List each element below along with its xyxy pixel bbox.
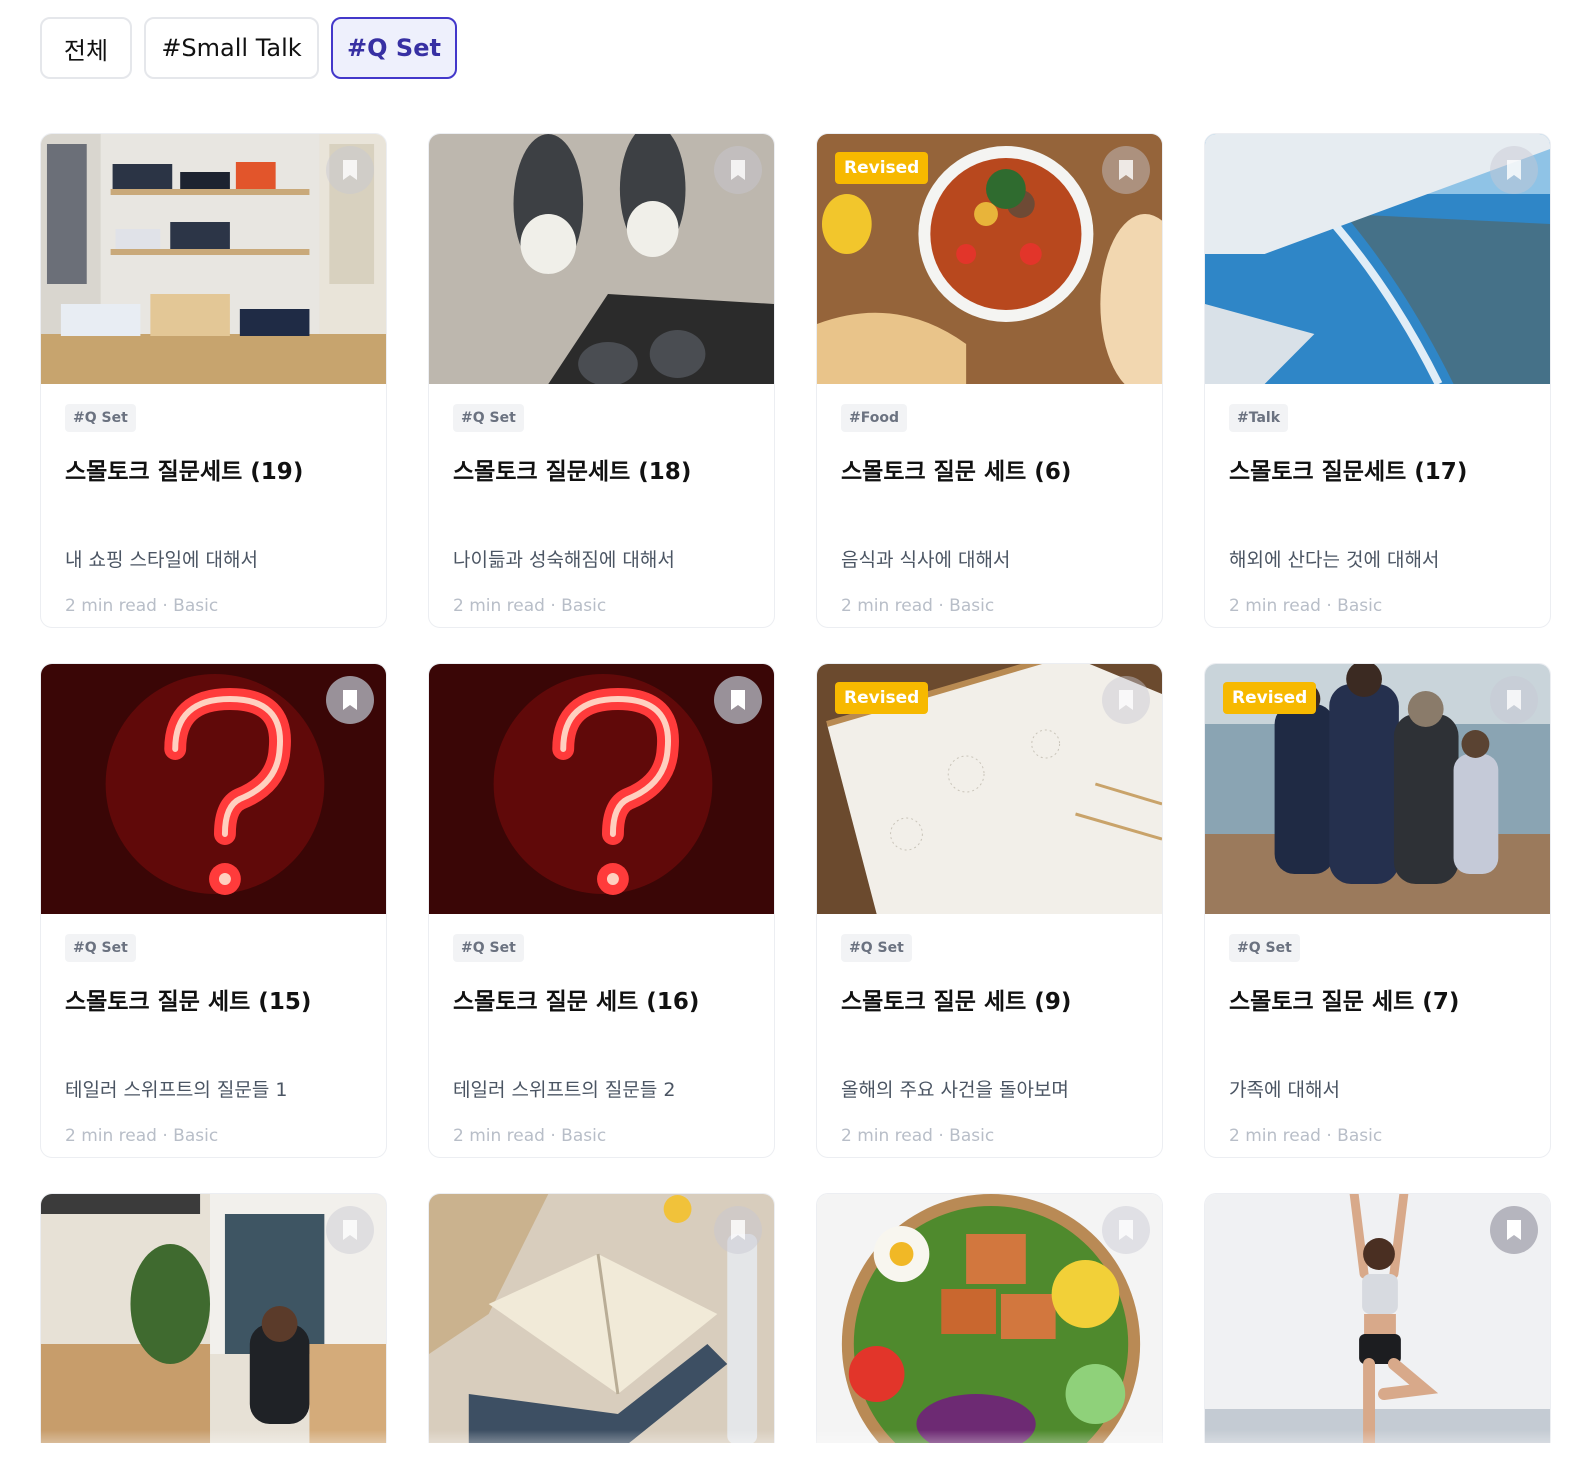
bookmark-button[interactable] bbox=[714, 1206, 762, 1254]
category-tag: #Q Set bbox=[65, 404, 136, 432]
card-description: 테일러 스위프트의 질문들 1 bbox=[65, 1079, 288, 1101]
card-thumbnail bbox=[1205, 134, 1550, 384]
article-card[interactable]: Revised #Food 스몰토크 질문 세트 (6) 음식과 식사에 대해서… bbox=[816, 133, 1163, 628]
bookmark-icon bbox=[1119, 690, 1133, 710]
article-card[interactable] bbox=[1204, 1193, 1551, 1443]
article-card[interactable]: #Q Set 스몰토크 질문 세트 (15) 테일러 스위프트의 질문들 1 2… bbox=[40, 663, 387, 1158]
category-tag: #Q Set bbox=[453, 934, 524, 962]
bookmark-icon bbox=[731, 160, 745, 180]
card-title: 스몰토크 질문 세트 (6) bbox=[841, 459, 1072, 485]
card-grid: #Q Set 스몰토크 질문세트 (19) 내 쇼핑 스타일에 대해서 2 mi… bbox=[40, 133, 1551, 1443]
bookmark-icon bbox=[1507, 690, 1521, 710]
revised-badge: Revised bbox=[835, 152, 929, 184]
bookmark-icon bbox=[343, 160, 357, 180]
revised-badge: Revised bbox=[1223, 682, 1317, 714]
card-thumbnail: Revised bbox=[817, 134, 1162, 384]
card-thumbnail bbox=[41, 134, 386, 384]
bottom-fade bbox=[0, 1430, 1596, 1470]
card-title: 스몰토크 질문 세트 (15) bbox=[65, 989, 312, 1015]
article-card[interactable]: Revised #Q Set 스몰토크 질문 세트 (9) 올해의 주요 사건을… bbox=[816, 663, 1163, 1158]
card-description: 해외에 산다는 것에 대해서 bbox=[1229, 549, 1440, 571]
bookmark-button[interactable] bbox=[1490, 676, 1538, 724]
card-description: 내 쇼핑 스타일에 대해서 bbox=[65, 549, 258, 571]
article-card[interactable]: #Q Set 스몰토크 질문 세트 (16) 테일러 스위프트의 질문들 2 2… bbox=[428, 663, 775, 1158]
card-meta: 2 min read · Basic bbox=[841, 596, 995, 616]
card-title: 스몰토크 질문 세트 (16) bbox=[453, 989, 700, 1015]
bookmark-button[interactable] bbox=[1490, 146, 1538, 194]
bookmark-icon bbox=[1119, 1220, 1133, 1240]
bookmark-button[interactable] bbox=[1102, 1206, 1150, 1254]
card-description: 나이듦과 성숙해짐에 대해서 bbox=[453, 549, 675, 571]
category-tag: #Talk bbox=[1229, 404, 1289, 432]
card-description: 올해의 주요 사건을 돌아보며 bbox=[841, 1079, 1069, 1101]
card-thumbnail bbox=[41, 664, 386, 914]
card-title: 스몰토크 질문세트 (18) bbox=[453, 459, 692, 485]
filter-all-button[interactable]: 전체 bbox=[40, 17, 132, 79]
card-thumbnail: Revised bbox=[1205, 664, 1550, 914]
card-description: 가족에 대해서 bbox=[1229, 1079, 1340, 1101]
card-thumbnail bbox=[429, 134, 774, 384]
bookmark-button[interactable] bbox=[326, 676, 374, 724]
card-meta: 2 min read · Basic bbox=[1229, 596, 1383, 616]
card-meta: 2 min read · Basic bbox=[453, 1126, 607, 1146]
bookmark-icon bbox=[343, 690, 357, 710]
card-thumbnail bbox=[429, 1194, 774, 1443]
bookmark-button[interactable] bbox=[326, 146, 374, 194]
bookmark-button[interactable] bbox=[326, 1206, 374, 1254]
card-meta: 2 min read · Basic bbox=[841, 1126, 995, 1146]
article-card[interactable] bbox=[428, 1193, 775, 1443]
category-tag: #Q Set bbox=[841, 934, 912, 962]
article-card[interactable]: #Talk 스몰토크 질문세트 (17) 해외에 산다는 것에 대해서 2 mi… bbox=[1204, 133, 1551, 628]
bookmark-icon bbox=[1507, 1220, 1521, 1240]
card-title: 스몰토크 질문세트 (17) bbox=[1229, 459, 1468, 485]
bookmark-button[interactable] bbox=[714, 146, 762, 194]
card-meta: 2 min read · Basic bbox=[1229, 1126, 1383, 1146]
article-card[interactable] bbox=[40, 1193, 387, 1443]
category-tag: #Q Set bbox=[65, 934, 136, 962]
bookmark-icon bbox=[343, 1220, 357, 1240]
card-description: 음식과 식사에 대해서 bbox=[841, 549, 1011, 571]
card-title: 스몰토크 질문세트 (19) bbox=[65, 459, 304, 485]
revised-badge: Revised bbox=[835, 682, 929, 714]
card-title: 스몰토크 질문 세트 (9) bbox=[841, 989, 1072, 1015]
bookmark-icon bbox=[1119, 160, 1133, 180]
bookmark-button[interactable] bbox=[1490, 1206, 1538, 1254]
card-thumbnail: Revised bbox=[817, 664, 1162, 914]
bookmark-button[interactable] bbox=[1102, 146, 1150, 194]
card-meta: 2 min read · Basic bbox=[65, 1126, 219, 1146]
card-title: 스몰토크 질문 세트 (7) bbox=[1229, 989, 1460, 1015]
article-card[interactable]: #Q Set 스몰토크 질문세트 (19) 내 쇼핑 스타일에 대해서 2 mi… bbox=[40, 133, 387, 628]
filter-q-set-button[interactable]: #Q Set bbox=[331, 17, 457, 79]
article-card[interactable] bbox=[816, 1193, 1163, 1443]
bookmark-button[interactable] bbox=[1102, 676, 1150, 724]
card-thumbnail bbox=[817, 1194, 1162, 1443]
filter-bar: 전체 #Small Talk #Q Set bbox=[40, 17, 457, 79]
card-thumbnail bbox=[1205, 1194, 1550, 1443]
card-description: 테일러 스위프트의 질문들 2 bbox=[453, 1079, 676, 1101]
article-card[interactable]: #Q Set 스몰토크 질문세트 (18) 나이듦과 성숙해짐에 대해서 2 m… bbox=[428, 133, 775, 628]
filter-small-talk-button[interactable]: #Small Talk bbox=[144, 17, 319, 79]
category-tag: #Q Set bbox=[453, 404, 524, 432]
category-tag: #Food bbox=[841, 404, 907, 432]
card-thumbnail bbox=[429, 664, 774, 914]
bookmark-icon bbox=[1507, 160, 1521, 180]
category-tag: #Q Set bbox=[1229, 934, 1300, 962]
card-meta: 2 min read · Basic bbox=[65, 596, 219, 616]
card-meta: 2 min read · Basic bbox=[453, 596, 607, 616]
bookmark-icon bbox=[731, 1220, 745, 1240]
article-card[interactable]: Revised #Q Set 스몰토크 질문 세트 (7) 가족에 대해서 2 … bbox=[1204, 663, 1551, 1158]
card-thumbnail bbox=[41, 1194, 386, 1443]
bookmark-button[interactable] bbox=[714, 676, 762, 724]
bookmark-icon bbox=[731, 690, 745, 710]
